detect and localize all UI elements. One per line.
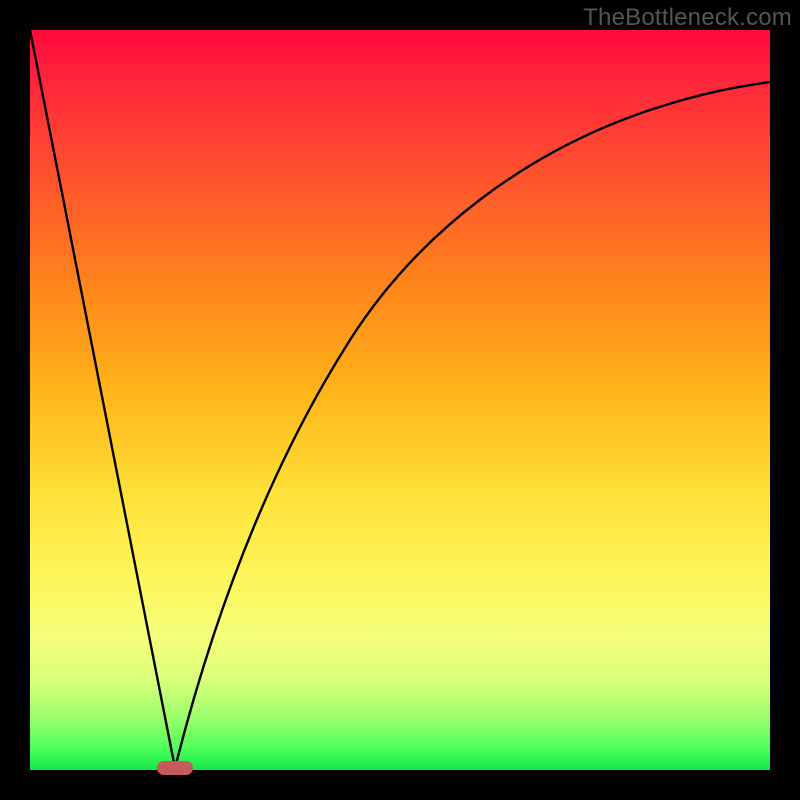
outer-frame: TheBottleneck.com (0, 0, 800, 800)
minimum-marker (157, 761, 193, 775)
plot-area (30, 30, 770, 770)
curve-right-branch (175, 82, 770, 768)
curve-left-branch (30, 30, 175, 768)
bottleneck-curve (30, 30, 770, 770)
watermark-text: TheBottleneck.com (583, 4, 792, 32)
